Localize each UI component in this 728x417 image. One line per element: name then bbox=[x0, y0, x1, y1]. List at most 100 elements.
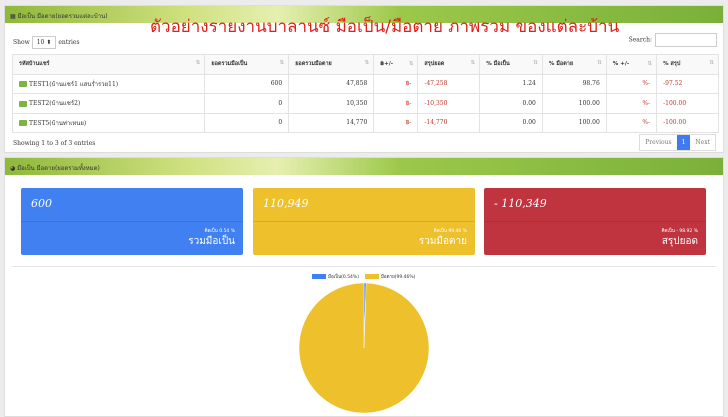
cell-pl: 0.00 bbox=[479, 93, 543, 114]
card-label: สรุปยอด bbox=[661, 236, 698, 247]
cell-sum: -10,350 bbox=[417, 93, 481, 114]
column-label: ยอดรวมมือเป็น bbox=[211, 61, 248, 68]
search: Search: bbox=[629, 33, 717, 47]
sort-icon: ⇅ bbox=[408, 61, 414, 68]
next-button[interactable]: Next bbox=[690, 135, 715, 150]
cell-sign: ฿- bbox=[373, 93, 419, 114]
report-title: ตัวอย่างรายงานบาลานซ์ มือเป็น/มือตาย ภาพ… bbox=[150, 17, 620, 37]
card-label: รวมมือเป็น bbox=[188, 236, 235, 247]
column-header[interactable]: % สรุป ⇅ bbox=[656, 54, 719, 75]
table-row: TEST2(บ้านแชร์2) 0 10,350 ฿- -10,350 0.00 100.… bbox=[11, 93, 719, 114]
chart-legend: มือเป็น(0.54%) มือตาย(99.46%) bbox=[312, 273, 415, 280]
table-info: Showing 1 to 3 of 3 entries bbox=[13, 140, 96, 147]
pie-chart bbox=[298, 282, 430, 414]
column-header[interactable]: % มือเป็น ⇅ bbox=[479, 54, 543, 75]
sort-icon: ⇅ bbox=[647, 61, 653, 68]
divider bbox=[12, 266, 716, 267]
column-label: % สรุป bbox=[663, 61, 681, 68]
cell-sum: -47,258 bbox=[417, 73, 481, 94]
column-header[interactable]: ยอดรวมมือเป็น ⇅ bbox=[204, 54, 290, 75]
panel-header: ◕ มือเป็น มือตาย(ยอดรวมทั้งหมด) bbox=[5, 158, 723, 175]
show-label: Show bbox=[13, 39, 30, 46]
entries-select[interactable]: 10 ⬍ bbox=[31, 36, 57, 49]
search-input[interactable] bbox=[655, 33, 717, 47]
entries-label: entries bbox=[58, 39, 80, 46]
column-label: % +/- bbox=[612, 61, 630, 68]
column-header[interactable]: % มือตาย ⇅ bbox=[541, 54, 607, 75]
house-name: TEST1(บ้านแชร์1 แสนร่ำรวย11) bbox=[29, 80, 119, 88]
column-label: สรุปยอด bbox=[424, 61, 445, 68]
sort-icon: ⇅ bbox=[597, 60, 602, 67]
sort-icon: ⇅ bbox=[195, 60, 201, 67]
column-header[interactable]: รหัสบ้านแชร์ ⇅ bbox=[11, 54, 206, 75]
sort-icon: ⇅ bbox=[364, 60, 370, 67]
cell-pl: 0.00 bbox=[479, 112, 543, 133]
cell-live: 0 bbox=[204, 93, 290, 114]
cell-sum: -14,770 bbox=[417, 112, 481, 133]
cell-live: 600 bbox=[204, 73, 290, 94]
search-label: Search: bbox=[628, 36, 652, 44]
pagination: Previous 1 Next bbox=[639, 134, 716, 151]
page-1-button[interactable]: 1 bbox=[676, 135, 691, 150]
cell-name[interactable]: TEST1(บ้านแชร์1 แสนร่ำรวย11) bbox=[11, 73, 206, 94]
summary-card: 600 คิดเป็น 0.54 % รวมมือเป็น bbox=[21, 188, 243, 255]
house-icon bbox=[19, 81, 27, 88]
cell-dead: 47,858 bbox=[288, 73, 375, 94]
column-label: ยอดรวมมือตาย bbox=[295, 61, 332, 68]
column-label: % มือตาย bbox=[548, 61, 574, 68]
summary-card: 110,949 คิดเป็น 99.46 % รวมมือตาย bbox=[253, 188, 475, 255]
cell-psign: %- bbox=[605, 93, 658, 114]
table-row: TEST1(บ้านแชร์1 แสนร่ำรวย11) 600 47,858 ฿- -… bbox=[11, 73, 719, 94]
card-percent: คิดเป็น 99.46 % bbox=[433, 229, 467, 234]
sort-icon: ⇅ bbox=[279, 60, 285, 67]
pie-slice-dead[interactable] bbox=[298, 282, 430, 414]
cell-name[interactable]: TEST5(บ้านท่าเหนย) bbox=[11, 112, 206, 133]
cell-psign: %- bbox=[605, 73, 658, 94]
legend-item-dead[interactable]: มือตาย(99.46%) bbox=[364, 273, 416, 280]
card-value: - 110,349 bbox=[494, 197, 547, 210]
previous-button[interactable]: Previous bbox=[640, 135, 676, 150]
column-header[interactable]: % +/- ⇅ bbox=[605, 54, 658, 75]
legend-item-live[interactable]: มือเป็น(0.54%) bbox=[312, 273, 359, 280]
cell-dead: 10,350 bbox=[288, 93, 375, 114]
panel-title: มือเป็น มือตาย(ยอดรวมแต่ละบ้าน) bbox=[17, 13, 108, 20]
house-name: TEST2(บ้านแชร์2) bbox=[29, 100, 81, 108]
house-name: TEST5(บ้านท่าเหนย) bbox=[29, 119, 87, 127]
entries-length: Show 10 ⬍ entries bbox=[13, 36, 80, 49]
sort-icon: ⇅ bbox=[470, 60, 476, 67]
cell-sign: ฿- bbox=[373, 73, 419, 94]
cell-ps: -100.00 bbox=[656, 112, 719, 133]
card-label: รวมมือตาย bbox=[418, 236, 467, 247]
column-label: ฿+/- bbox=[380, 61, 393, 68]
column-header[interactable]: ฿+/- ⇅ bbox=[373, 54, 419, 75]
legend-label: มือเป็น(0.54%) bbox=[328, 275, 359, 280]
house-icon bbox=[19, 100, 27, 107]
summary-card: - 110,349 คิดเป็น - 98.92 % สรุปยอด bbox=[484, 188, 706, 255]
column-label: % มือเป็น bbox=[486, 61, 510, 68]
cell-sign: ฿- bbox=[373, 112, 419, 133]
card-percent: คิดเป็น - 98.92 % bbox=[661, 229, 698, 234]
cell-ps: -97.52 bbox=[656, 73, 719, 94]
table-row: TEST5(บ้านท่าเหนย) 0 14,770 ฿- -14,770 0.00 10… bbox=[11, 112, 719, 133]
sort-icon: ⇅ bbox=[709, 60, 714, 67]
cell-psign: %- bbox=[605, 112, 658, 133]
card-percent: คิดเป็น 0.54 % bbox=[204, 229, 235, 234]
cell-dead: 14,770 bbox=[288, 112, 375, 133]
cell-pl: 1.24 bbox=[479, 73, 543, 94]
cell-pd: 100.00 bbox=[541, 93, 607, 114]
sort-icon: ⇅ bbox=[533, 60, 538, 67]
card-value: 600 bbox=[31, 197, 52, 210]
legend-label: มือตาย(99.46%) bbox=[380, 275, 416, 280]
cell-pd: 98.76 bbox=[541, 73, 607, 94]
cell-live: 0 bbox=[204, 112, 290, 133]
balance-table: รหัสบ้านแชร์ ⇅ ยอดรวมมือเป็น ⇅ ยอดรวมมือตาย ⇅… bbox=[11, 54, 719, 133]
cell-name[interactable]: TEST2(บ้านแชร์2) bbox=[11, 93, 206, 114]
panel-title: มือเป็น มือตาย(ยอดรวมทั้งหมด) bbox=[17, 165, 100, 172]
card-value: 110,949 bbox=[263, 197, 309, 210]
column-header[interactable]: ยอดรวมมือตาย ⇅ bbox=[288, 54, 375, 75]
pie-chart-icon: ◕ bbox=[10, 165, 16, 172]
column-header[interactable]: สรุปยอด ⇅ bbox=[417, 54, 481, 75]
entries-value: 10 bbox=[36, 39, 45, 46]
cell-pd: 100.00 bbox=[541, 112, 607, 133]
cell-ps: -100.00 bbox=[656, 93, 719, 114]
